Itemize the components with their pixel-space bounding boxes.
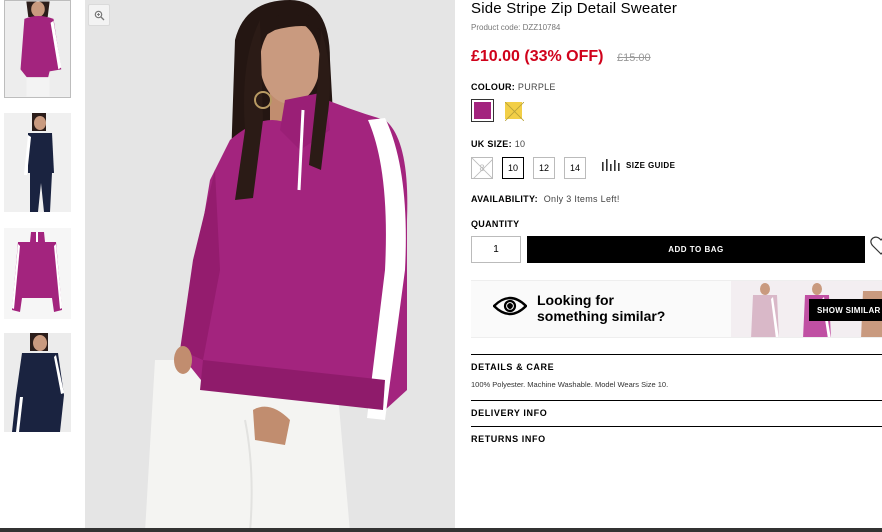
swatch-purple-fill xyxy=(474,102,491,119)
unavailable-cross-icon xyxy=(472,158,492,178)
colour-value: PURPLE xyxy=(517,82,556,92)
delivery-info-heading[interactable]: DELIVERY INFO xyxy=(471,401,882,418)
wishlist-button[interactable] xyxy=(870,236,882,258)
heart-icon xyxy=(870,236,882,255)
thumbnail-image xyxy=(4,333,71,432)
add-to-bag-label: ADD TO BAG xyxy=(668,245,724,254)
product-title: Side Stripe Zip Detail Sweater xyxy=(471,0,678,17)
availability-label: AVAILABILITY: xyxy=(471,194,538,204)
thumbnail-image xyxy=(4,228,71,319)
size-option-label: 10 xyxy=(507,163,518,173)
similar-line-1: Looking for xyxy=(537,292,614,308)
size-guide-link[interactable]: SIZE GUIDE xyxy=(602,159,675,171)
size-option-12[interactable]: 12 xyxy=(533,157,555,179)
size-option-14[interactable]: 14 xyxy=(564,157,586,179)
horizontal-scrollbar[interactable] xyxy=(0,528,882,532)
zoom-button[interactable] xyxy=(88,4,110,26)
unavailable-cross-icon xyxy=(505,102,524,121)
availability-value: Only 3 Items Left! xyxy=(543,194,620,204)
colour-label-text: COLOUR: xyxy=(471,82,516,92)
returns-info-heading[interactable]: RETURNS INFO xyxy=(471,427,882,444)
model-photo xyxy=(85,0,455,532)
size-value: 10 xyxy=(514,139,526,149)
swatch-yellow[interactable] xyxy=(502,99,525,122)
similar-line-2: something similar? xyxy=(537,308,666,324)
quantity-label-text: QUANTITY xyxy=(471,219,520,229)
swatch-purple[interactable] xyxy=(471,99,494,122)
thumbnail-4[interactable] xyxy=(4,333,71,432)
details-care-heading[interactable]: DETAILS & CARE xyxy=(471,355,882,372)
product-code: Product code: DZZ10784 xyxy=(471,23,561,32)
main-product-image[interactable] xyxy=(85,0,455,532)
returns-info-section[interactable]: RETURNS INFO xyxy=(471,426,882,444)
size-option-10[interactable]: 10 xyxy=(502,157,524,179)
similar-items-banner[interactable]: Looking for something similar? SHOW SIMI… xyxy=(471,280,882,338)
details-care-section[interactable]: DETAILS & CARE 100% Polyester. Machine W… xyxy=(471,354,882,389)
add-to-bag-button[interactable]: ADD TO BAG xyxy=(527,236,865,263)
original-price: £15.00 xyxy=(617,52,651,64)
size-label-text: UK SIZE: xyxy=(471,139,512,149)
swatch-yellow-fill xyxy=(505,102,524,121)
availability-row: AVAILABILITY: Only 3 Items Left! xyxy=(471,194,620,204)
size-option-8[interactable]: 8 xyxy=(471,157,493,179)
thumbnail-2[interactable] xyxy=(4,113,71,212)
size-option-label: 14 xyxy=(569,163,580,173)
quantity-input[interactable] xyxy=(471,236,521,263)
magnifier-icon xyxy=(94,10,104,20)
similar-text: Looking for something similar? xyxy=(537,292,665,324)
eye-icon xyxy=(493,296,527,316)
thumbnail-image xyxy=(5,1,70,97)
size-option-label: 12 xyxy=(538,163,549,173)
ruler-icon xyxy=(602,159,620,171)
thumbnail-1[interactable] xyxy=(4,0,71,98)
thumbnail-image xyxy=(4,113,71,212)
delivery-info-section[interactable]: DELIVERY INFO xyxy=(471,400,882,418)
details-care-body: 100% Polyester. Machine Washable. Model … xyxy=(471,380,669,389)
size-guide-label: SIZE GUIDE xyxy=(626,160,676,170)
sale-price: £10.00 (33% OFF) xyxy=(471,48,604,65)
size-label: UK SIZE: 10 xyxy=(471,139,525,149)
quantity-label: QUANTITY xyxy=(471,219,519,229)
thumbnail-3[interactable] xyxy=(4,228,71,319)
show-similar-label: SHOW SIMILAR xyxy=(817,305,881,315)
colour-label: COLOUR: PURPLE xyxy=(471,82,556,92)
thumbnail-gallery xyxy=(0,0,75,532)
show-similar-button[interactable]: SHOW SIMILAR xyxy=(809,299,882,321)
